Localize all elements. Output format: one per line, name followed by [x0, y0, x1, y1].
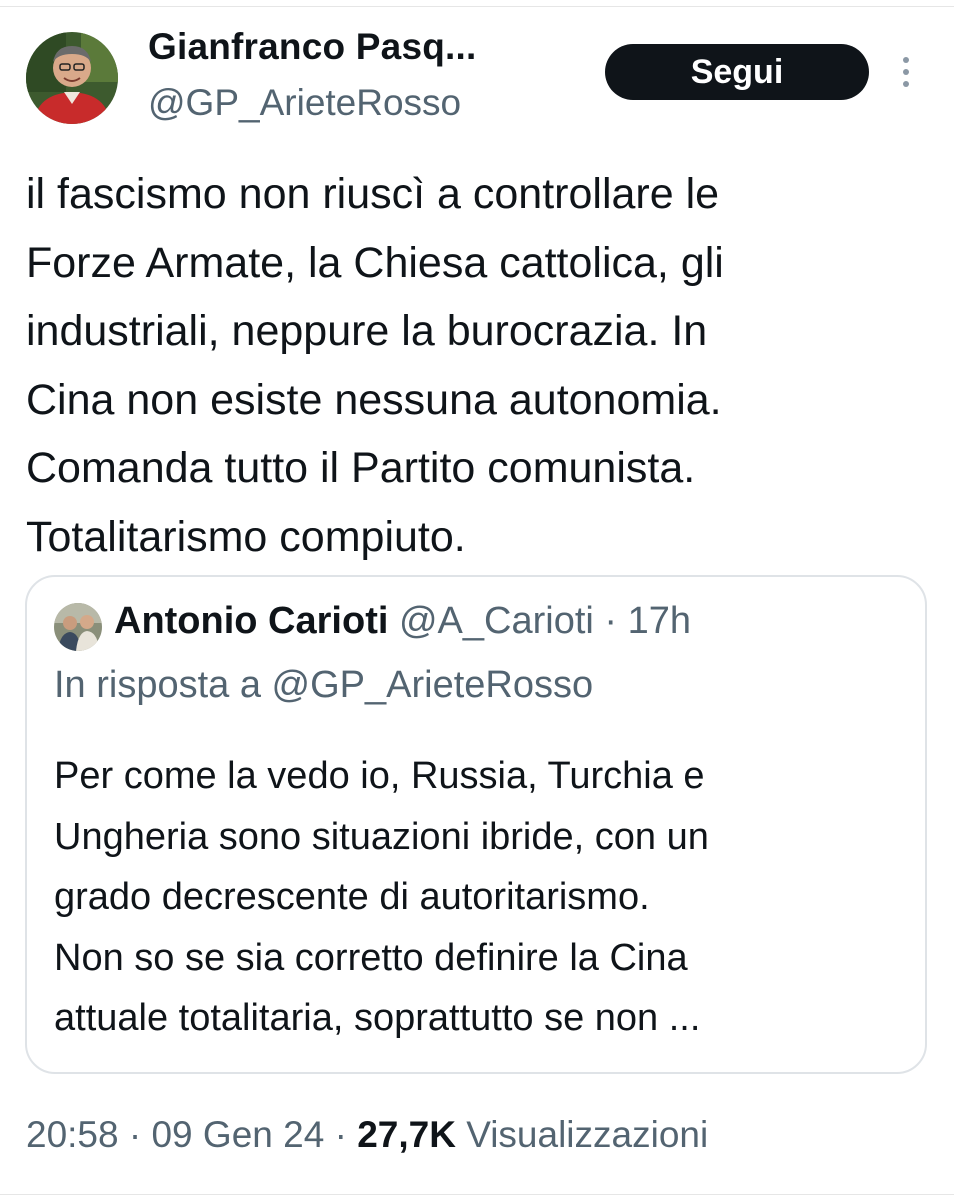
quote-timestamp[interactable]: 17h [628, 600, 691, 642]
author-handle[interactable]: @GP_ArieteRosso [148, 82, 461, 124]
quote-author-handle[interactable]: @A_Carioti [399, 600, 594, 642]
tweet-text-line: il fascismo non riuscì a controllare le [26, 170, 720, 218]
tweet-time[interactable]: 20:58 [26, 1114, 119, 1155]
quote-author-avatar-image [54, 603, 102, 651]
quote-reply-to: In risposta a @GP_ArieteRosso [54, 664, 594, 706]
tweet-text-line: Totalitarismo compiuto. [26, 512, 466, 561]
quote-text-line: Per come la vedo io, Russia, Turchia e [54, 755, 705, 797]
bottom-divider [0, 1194, 954, 1195]
tweet-text-line: Cina non esiste nessuna autonomia. [26, 375, 722, 424]
author-avatar[interactable] [26, 32, 118, 124]
top-divider [0, 6, 954, 7]
quote-text-line: Non so se sia corretto definire la Cina [54, 936, 688, 979]
quote-header: Antonio Carioti @A_Carioti · 17h [114, 600, 691, 643]
quote-text-line: attuale totalitaria, soprattutto se non … [54, 997, 701, 1039]
tweet-meta-row: 20:58 · 09 Gen 24 · 27,7K Visualizzazion… [26, 1114, 708, 1156]
author-avatar-image [26, 32, 118, 124]
quote-text-line: Ungheria sono situazioni ibride, con un [54, 815, 709, 858]
views-label[interactable]: Visualizzazioni [466, 1114, 708, 1155]
tweet-text: il fascismo non riuscì a controllare le … [26, 160, 936, 571]
quote-author-avatar[interactable] [54, 603, 102, 651]
meta-separator: · [324, 1114, 358, 1155]
quote-author-name[interactable]: Antonio Carioti [114, 600, 388, 642]
quote-text: Per come la vedo io, Russia, Turchia e U… [54, 746, 709, 1049]
quote-text-line: grado decrescente di autoritarismo. [54, 876, 650, 918]
tweet-date[interactable]: 09 Gen 24 [151, 1114, 324, 1155]
quote-separator: · [593, 600, 628, 642]
tweet-text-line: industriali, neppure la burocrazia. In [26, 307, 708, 355]
more-vertical-icon[interactable] [896, 54, 916, 90]
views-count[interactable]: 27,7K [357, 1114, 456, 1155]
author-display-name[interactable]: Gianfranco Pasq... [148, 26, 476, 68]
meta-separator: · [118, 1114, 152, 1155]
tweet-text-line: Comanda tutto il Partito comunista. [26, 444, 696, 492]
follow-button[interactable]: Segui [605, 44, 869, 100]
tweet-text-line: Forze Armate, la Chiesa cattolica, gli [26, 238, 724, 287]
